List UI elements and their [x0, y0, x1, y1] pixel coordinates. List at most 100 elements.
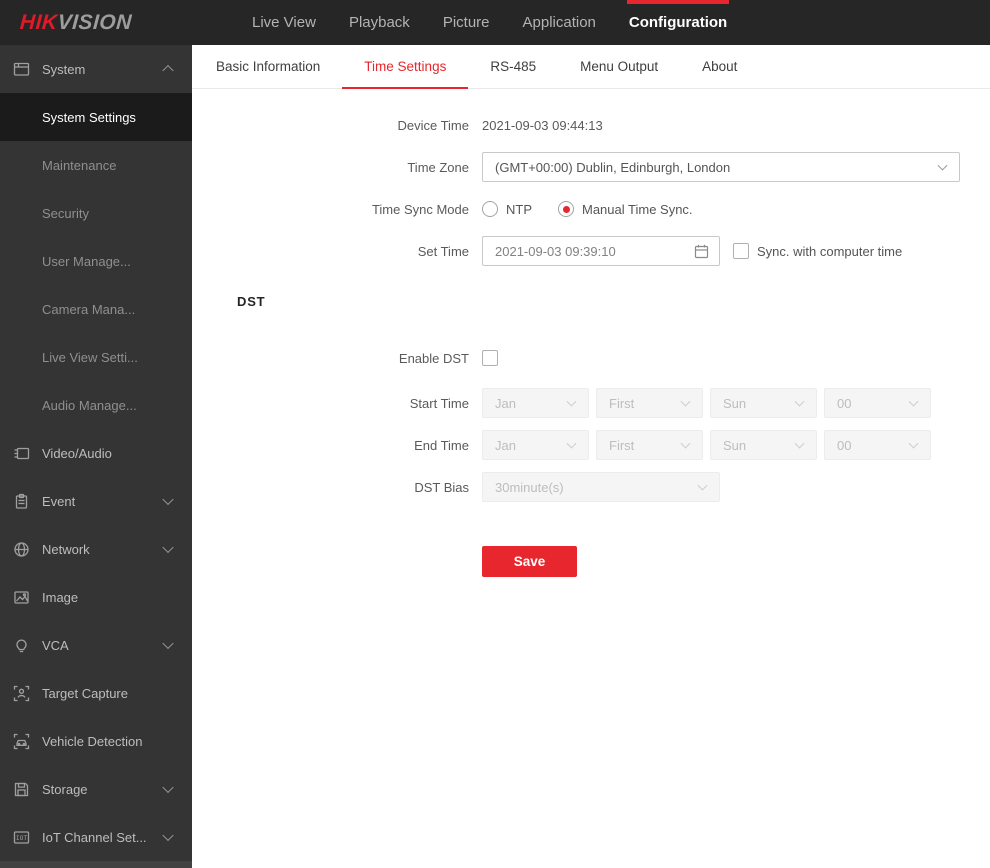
chevron-down-icon: [162, 493, 174, 506]
chevron-down-icon: [680, 438, 691, 449]
chevron-up-icon: [162, 64, 174, 77]
hikvision-logo: HIKVISION: [18, 0, 133, 45]
time-zone-select[interactable]: (GMT+00:00) Dublin, Edinburgh, London: [482, 152, 960, 182]
video-audio-icon: [14, 447, 30, 459]
manual-time-sync-radio-option[interactable]: Manual Time Sync.: [558, 201, 693, 217]
chevron-down-icon: [697, 480, 708, 491]
time-zone-row: Time Zone (GMT+00:00) Dublin, Edinburgh,…: [192, 152, 990, 182]
tab-about[interactable]: About: [680, 45, 759, 89]
sidebar-item-system-settings[interactable]: System Settings: [0, 93, 192, 141]
target-capture-icon: [13, 685, 30, 701]
start-time-label: Start Time: [409, 395, 469, 411]
sidebar-item-maintenance[interactable]: Maintenance: [0, 141, 192, 189]
enable-dst-label: Enable DST: [398, 350, 469, 366]
dst-bias-row: DST Bias 30minute(s): [192, 472, 990, 502]
tab-menu-output[interactable]: Menu Output: [558, 45, 680, 89]
chevron-down-icon: [908, 438, 919, 449]
nav-live-view[interactable]: Live View: [252, 0, 316, 45]
chevron-down-icon: [162, 781, 174, 794]
sidebar-bottom-strip: [0, 861, 192, 868]
logo-vision-text: VISION: [56, 11, 133, 34]
event-icon: [15, 493, 28, 509]
device-time-label: Device Time: [397, 117, 469, 133]
nav-application[interactable]: Application: [523, 0, 596, 45]
dst-section-title: DST: [237, 294, 266, 309]
tab-time-settings[interactable]: Time Settings: [342, 45, 469, 89]
save-row: Save: [482, 546, 990, 577]
top-bar: HIKVISION Live View Playback Picture App…: [0, 0, 990, 45]
end-day-select: Sun: [710, 430, 817, 460]
tab-rs-485[interactable]: RS-485: [468, 45, 558, 89]
save-button[interactable]: Save: [482, 546, 577, 577]
start-day-select: Sun: [710, 388, 817, 418]
checkbox-unchecked-icon[interactable]: [733, 243, 749, 259]
svg-text:IOT: IOT: [16, 834, 27, 841]
start-week-select: First: [596, 388, 703, 418]
radio-checked-icon[interactable]: [558, 201, 574, 217]
time-sync-mode-row: Time Sync Mode NTP Manual Time Sync.: [192, 194, 990, 224]
calendar-icon[interactable]: [693, 243, 710, 260]
dst-start-time-row: Start Time Jan First Sun 00: [192, 388, 990, 418]
chevron-down-icon: [908, 396, 919, 407]
radio-unchecked-icon[interactable]: [482, 201, 498, 217]
chevron-down-icon: [566, 438, 577, 449]
system-icon: [13, 62, 30, 76]
sidebar-item-target-capture[interactable]: Target Capture: [0, 669, 192, 717]
sidebar-item-vehicle-detection[interactable]: Vehicle Detection: [0, 717, 192, 765]
sidebar-item-event[interactable]: Event: [0, 477, 192, 525]
chevron-down-icon: [162, 637, 174, 650]
sidebar-item-audio-management[interactable]: Audio Manage...: [0, 381, 192, 429]
set-time-label: Set Time: [417, 243, 469, 259]
device-time-row: Device Time 2021-09-03 09:44:13: [192, 110, 990, 140]
enable-dst-checkbox[interactable]: [482, 350, 498, 366]
chevron-down-icon: [566, 396, 577, 407]
sidebar-item-live-view-settings[interactable]: Live View Setti...: [0, 333, 192, 381]
sidebar-item-image[interactable]: Image: [0, 573, 192, 621]
end-week-select: First: [596, 430, 703, 460]
enable-dst-row: Enable DST: [192, 343, 990, 373]
nav-configuration[interactable]: Configuration: [626, 0, 730, 45]
dst-bias-label: DST Bias: [414, 479, 469, 495]
hikvision-config-page: HIKVISION Live View Playback Picture App…: [0, 0, 990, 868]
time-sync-mode-label: Time Sync Mode: [371, 201, 469, 217]
sidebar-item-video-audio[interactable]: Video/Audio: [0, 429, 192, 477]
chevron-down-icon: [794, 396, 805, 407]
network-icon: [14, 541, 29, 557]
sync-with-computer-time-option[interactable]: Sync. with computer time: [733, 243, 902, 259]
chevron-down-icon: [680, 396, 691, 407]
end-hour-select: 00: [824, 430, 931, 460]
chevron-down-icon: [162, 541, 174, 554]
start-month-select: Jan: [482, 388, 589, 418]
iot-channel-icon: IOT: [13, 830, 30, 844]
nav-playback[interactable]: Playback: [349, 0, 410, 45]
logo-hik-text: HIK: [19, 11, 59, 34]
vehicle-detection-icon: [13, 733, 30, 749]
device-time-value: 2021-09-03 09:44:13: [482, 117, 603, 133]
sidebar-item-storage[interactable]: Storage: [0, 765, 192, 813]
active-nav-indicator: [626, 0, 730, 4]
set-time-row: Set Time 2021-09-03 09:39:10 Sync. with …: [192, 236, 990, 266]
chevron-down-icon: [162, 829, 174, 842]
sidebar-item-user-management[interactable]: User Manage...: [0, 237, 192, 285]
settings-tab-bar: Basic Information Time Settings RS-485 M…: [192, 45, 990, 89]
dst-end-time-row: End Time Jan First Sun 00: [192, 430, 990, 460]
sidebar-item-camera-management[interactable]: Camera Mana...: [0, 285, 192, 333]
vca-icon: [16, 639, 27, 652]
dst-bias-select: 30minute(s): [482, 472, 720, 502]
sidebar-item-security[interactable]: Security: [0, 189, 192, 237]
image-icon: [14, 590, 29, 604]
tab-basic-information[interactable]: Basic Information: [194, 45, 342, 89]
chevron-down-icon: [794, 438, 805, 449]
chevron-down-icon: [937, 160, 948, 171]
sidebar: System System Settings Maintenance Secur…: [0, 45, 192, 868]
sidebar-item-system[interactable]: System: [0, 45, 192, 93]
start-hour-select: 00: [824, 388, 931, 418]
sidebar-item-vca[interactable]: VCA: [0, 621, 192, 669]
time-settings-form: Device Time 2021-09-03 09:44:13 Time Zon…: [192, 89, 990, 577]
nav-picture[interactable]: Picture: [443, 0, 490, 45]
sidebar-item-iot-channel-settings[interactable]: IOT IoT Channel Set...: [0, 813, 192, 861]
set-time-input[interactable]: 2021-09-03 09:39:10: [482, 236, 720, 266]
end-time-label: End Time: [414, 437, 469, 453]
ntp-radio-option[interactable]: NTP: [482, 201, 532, 217]
sidebar-item-network[interactable]: Network: [0, 525, 192, 573]
